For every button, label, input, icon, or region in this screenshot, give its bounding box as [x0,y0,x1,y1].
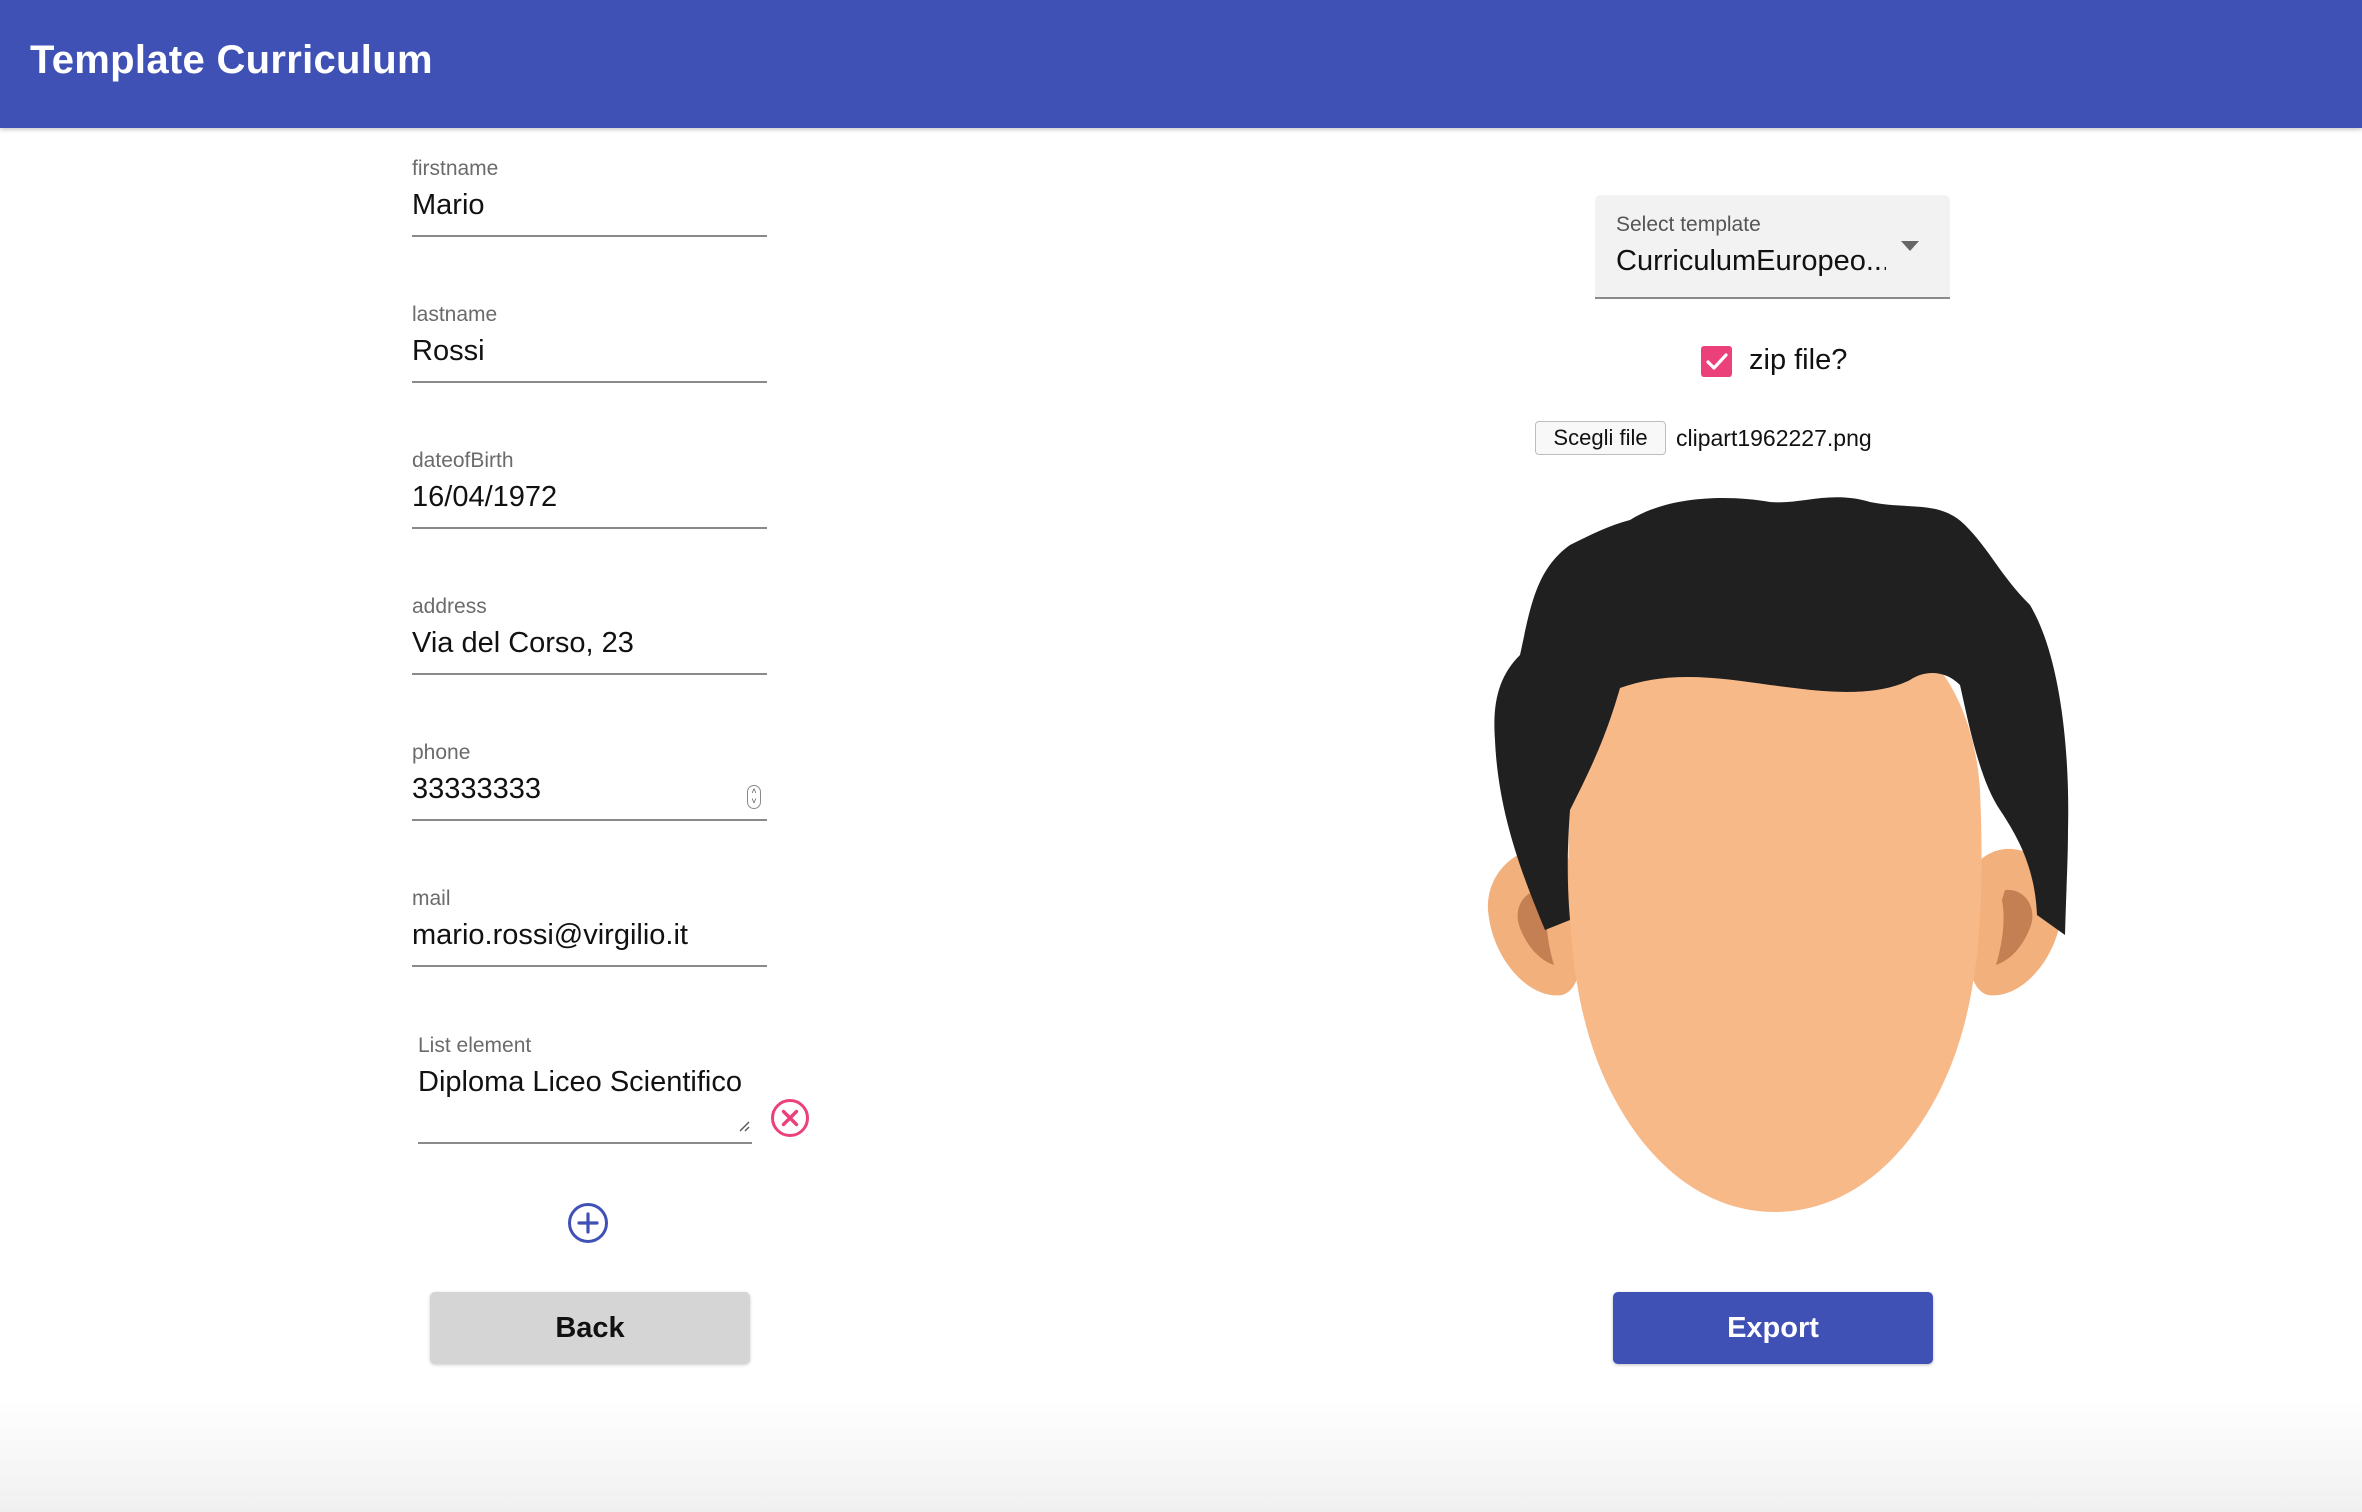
address-underline [412,673,767,675]
firstname-field: firstname Mario [412,157,767,239]
list-element-underline [418,1142,752,1144]
lastname-underline [412,381,767,383]
spinner-up-icon[interactable]: ˄ [748,786,760,796]
phone-label: phone [412,741,471,764]
export-button[interactable]: Export [1613,1292,1933,1364]
template-select-underline [1595,297,1950,299]
app-bar: Template Curriculum [0,0,2362,128]
firstname-underline [412,235,767,237]
address-label: address [412,595,487,618]
lastname-field: lastname Rossi [412,303,767,385]
phone-field: phone 33333333 ˄ ˅ [412,741,767,823]
close-circle-icon[interactable] [770,1098,810,1138]
firstname-input[interactable]: Mario [412,189,767,222]
dateofbirth-field: dateofBirth 16/04/1972 [412,449,767,531]
dateofbirth-label: dateofBirth [412,449,514,472]
dateofbirth-underline [412,527,767,529]
phone-underline [412,819,767,821]
spinner-down-icon[interactable]: ˅ [748,796,760,806]
resize-grip-icon[interactable] [738,1120,750,1132]
address-input[interactable]: Via del Corso, 23 [412,627,767,660]
firstname-label: firstname [412,157,499,180]
template-select-label: Select template [1616,213,1761,236]
app-root: Template Curriculum firstname Mario last… [0,0,2362,1512]
selected-file-name: clipart1962227.png [1676,425,1872,451]
zip-checkbox[interactable] [1701,346,1732,377]
list-element-field: List element Diploma Liceo Scientifico [418,1034,752,1146]
mail-field: mail mario.rossi@virgilio.it [412,887,767,969]
dateofbirth-input[interactable]: 16/04/1972 [412,481,767,514]
choose-file-button[interactable]: Scegli file [1535,421,1666,455]
list-element-textarea[interactable]: Diploma Liceo Scientifico [418,1066,752,1099]
address-field: address Via del Corso, 23 [412,595,767,677]
mail-label: mail [412,887,451,910]
checkmark-icon [1706,353,1728,370]
back-button[interactable]: Back [430,1292,750,1364]
phone-input[interactable]: 33333333 [412,773,767,806]
list-element-label: List element [418,1034,532,1057]
template-select[interactable]: Select template CurriculumEuropeo.... [1595,195,1950,299]
number-spinner[interactable]: ˄ ˅ [747,785,761,809]
mail-input[interactable]: mario.rossi@virgilio.it [412,919,767,952]
avatar-image [1487,497,2069,1212]
lastname-label: lastname [412,303,498,326]
app-title: Template Curriculum [30,38,433,82]
add-circle-icon[interactable] [567,1202,609,1244]
mail-underline [412,965,767,967]
lastname-input[interactable]: Rossi [412,335,767,368]
template-select-value[interactable]: CurriculumEuropeo.... [1616,245,1886,278]
dropdown-arrow-icon[interactable] [1901,241,1919,251]
zip-checkbox-label[interactable]: zip file? [1749,344,1847,377]
